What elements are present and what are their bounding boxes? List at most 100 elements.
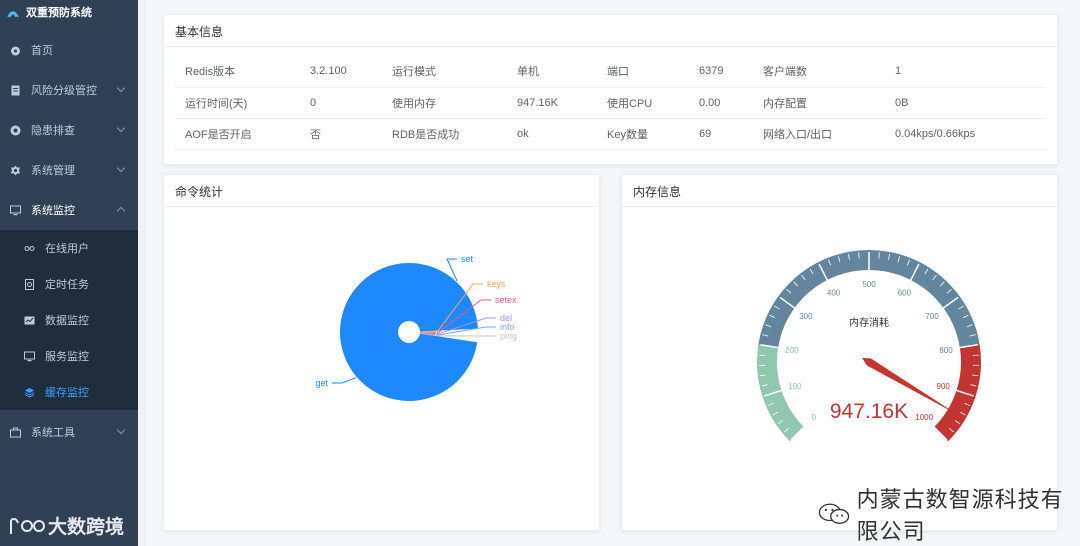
gauge-tick-label: 500 bbox=[862, 280, 876, 289]
sidebar-item-server-monitor[interactable]: 服务监控 bbox=[0, 338, 138, 374]
gauge-band-2 bbox=[934, 344, 981, 442]
chevron-down-icon bbox=[116, 83, 126, 93]
app-logo[interactable]: 双重预防系统 bbox=[0, 0, 138, 24]
watermark-logo-icon bbox=[10, 517, 46, 534]
cache-icon bbox=[23, 386, 35, 398]
command-stats-pie-chart: setkeyssetexdelinfopingget bbox=[315, 254, 517, 401]
sidebar-item-risk[interactable]: 风险分级管控 bbox=[0, 70, 138, 110]
info-value: 69 bbox=[689, 118, 753, 150]
info-row: 运行时间(天) 0 使用内存 947.16K 使用CPU 0.00 内存配置 0B bbox=[175, 87, 1045, 119]
monitor-submenu: 在线用户 定时任务 数据监控 服务监控 缓存监控 bbox=[0, 230, 138, 410]
job-icon bbox=[23, 278, 35, 290]
info-value: 0.04kps/0.66kps bbox=[885, 118, 1045, 150]
card-title: 命令统计 bbox=[164, 175, 599, 207]
gauge-value-label: 947.16K bbox=[830, 400, 908, 423]
card-title: 内存信息 bbox=[622, 175, 1057, 207]
info-value: 0.00 bbox=[689, 87, 753, 119]
data-monitor-icon bbox=[23, 314, 35, 326]
info-row: AOF是否开启否 RDB是否成功 ok Key数量 69 网络入口/出口 0.04kps/0… bbox=[175, 118, 1045, 150]
gauge-tick-label: 800 bbox=[939, 346, 953, 355]
gear-icon bbox=[9, 124, 21, 136]
sidebar-item-system[interactable]: 系统管理 bbox=[0, 150, 138, 190]
info-value: 3.2.100 bbox=[300, 56, 382, 88]
settings-icon bbox=[9, 164, 21, 176]
gauge-title: 内存消耗 bbox=[849, 316, 889, 329]
logo-icon bbox=[7, 11, 19, 18]
sidebar-item-home[interactable]: 首页 bbox=[0, 30, 138, 70]
toolbox-icon bbox=[9, 426, 21, 438]
info-value: 0 bbox=[300, 87, 382, 119]
sub-item-label: 服务监控 bbox=[45, 351, 89, 363]
app-title: 双重预防系统 bbox=[26, 7, 92, 19]
dashboard-icon bbox=[9, 44, 21, 56]
sub-item-label: 数据监控 bbox=[45, 315, 89, 327]
gauge-tick-label: 300 bbox=[799, 312, 813, 321]
info-label: 运行模式 bbox=[382, 56, 507, 88]
gauge-band-0 bbox=[757, 344, 804, 442]
info-label: 运行时间(天) bbox=[175, 87, 300, 119]
info-value: 1 bbox=[885, 56, 1045, 88]
sidebar-item-label: 隐患排查 bbox=[31, 125, 75, 137]
command-stats-card: 命令统计 set keys setex del info ping get bbox=[163, 174, 600, 531]
sidebar-item-jobs[interactable]: 定时任务 bbox=[0, 266, 138, 302]
pie-leader-line bbox=[332, 377, 357, 384]
info-row: Redis版本 3.2.100 运行模式 单机 端口 6379 客户端数 1 bbox=[175, 56, 1045, 88]
pie-label-keys: keys bbox=[487, 279, 506, 289]
chevron-down-icon bbox=[116, 163, 126, 173]
info-label: AOF是否开启 bbox=[175, 118, 300, 150]
monitor-icon bbox=[9, 204, 21, 216]
sidebar-item-hazard[interactable]: 隐患排查 bbox=[0, 110, 138, 150]
info-label: RDB是否成功 bbox=[382, 118, 507, 150]
sidebar-item-label: 风险分级管控 bbox=[31, 85, 97, 97]
memory-info-card: 内存信息 0 100 200 300 400 500 600 700 800 900 1000 内存消… bbox=[621, 174, 1058, 531]
gauge-tick-label: 1000 bbox=[915, 413, 933, 422]
gauge-tick-label: 200 bbox=[785, 346, 799, 355]
gauge-tick bbox=[858, 252, 860, 259]
info-label: Redis版本 bbox=[175, 56, 300, 88]
info-value: 单机 bbox=[507, 56, 597, 88]
sidebar-item-label: 首页 bbox=[31, 45, 53, 57]
sidebar-item-cache-monitor[interactable]: 缓存监控 bbox=[0, 374, 138, 410]
sub-item-label: 缓存监控 bbox=[45, 387, 89, 399]
info-label: 客户端数 bbox=[753, 56, 885, 88]
sidebar-item-monitor[interactable]: 系统监控 bbox=[0, 190, 138, 230]
sidebar-item-tools[interactable]: 系统工具 bbox=[0, 412, 138, 452]
sub-item-label: 在线用户 bbox=[45, 243, 89, 255]
info-label: 网络入口/出口 bbox=[753, 118, 885, 150]
online-user-icon bbox=[23, 242, 35, 254]
pie-label-get: get bbox=[315, 378, 328, 388]
sidebar-item-label: 系统管理 bbox=[31, 165, 75, 177]
pie-slice-set[interactable] bbox=[409, 263, 478, 332]
gauge-tick-label: 900 bbox=[937, 382, 951, 391]
chevron-down-icon bbox=[116, 425, 126, 435]
info-value: 0B bbox=[885, 87, 1045, 119]
watermark-right: 内蒙古数智源科技有限公司 bbox=[817, 482, 1080, 546]
info-value: 否 bbox=[300, 118, 382, 150]
pie-label-set: set bbox=[461, 254, 474, 264]
wechat-icon bbox=[818, 503, 850, 524]
info-label: 内存配置 bbox=[753, 87, 885, 119]
info-label: 使用CPU bbox=[597, 87, 689, 119]
gauge-tick-label: 0 bbox=[812, 413, 817, 422]
info-value: 6379 bbox=[689, 56, 753, 88]
basic-info-table: Redis版本 3.2.100 运行模式 单机 端口 6379 客户端数 1 运行时间(天) 0 使… bbox=[175, 56, 1045, 150]
gauge-tick bbox=[878, 252, 880, 259]
sidebar-item-data-monitor[interactable]: 数据监控 bbox=[0, 302, 138, 338]
sidebar: 双重预防系统 首页 风险分级管控 隐患排查 系统管理 系统监控 在线用户 定时任… bbox=[0, 0, 138, 546]
basic-info-card: 基本信息 Redis版本 3.2.100 运行模式 单机 端口 6379 客户端数 1 运行时间… bbox=[163, 14, 1058, 165]
watermark-left-text: 大数跨境 bbox=[48, 517, 125, 538]
card-title: 基本信息 bbox=[164, 15, 1057, 47]
sidebar-item-label: 系统工具 bbox=[31, 427, 75, 439]
info-label: Key数量 bbox=[597, 118, 689, 150]
sub-item-label: 定时任务 bbox=[45, 279, 89, 291]
chevron-up-icon bbox=[116, 206, 126, 216]
sidebar-item-label: 系统监控 bbox=[31, 205, 75, 217]
main-content: 基本信息 Redis版本 3.2.100 运行模式 单机 端口 6379 客户端数 1 运行时间… bbox=[146, 0, 1080, 546]
gauge-tick-label: 400 bbox=[827, 289, 841, 298]
sidebar-item-online-users[interactable]: 在线用户 bbox=[0, 230, 138, 266]
document-icon bbox=[9, 84, 21, 96]
info-value: ok bbox=[507, 118, 597, 150]
gauge-tick-label: 700 bbox=[925, 312, 939, 321]
server-icon bbox=[23, 350, 35, 362]
info-label: 端口 bbox=[597, 56, 689, 88]
